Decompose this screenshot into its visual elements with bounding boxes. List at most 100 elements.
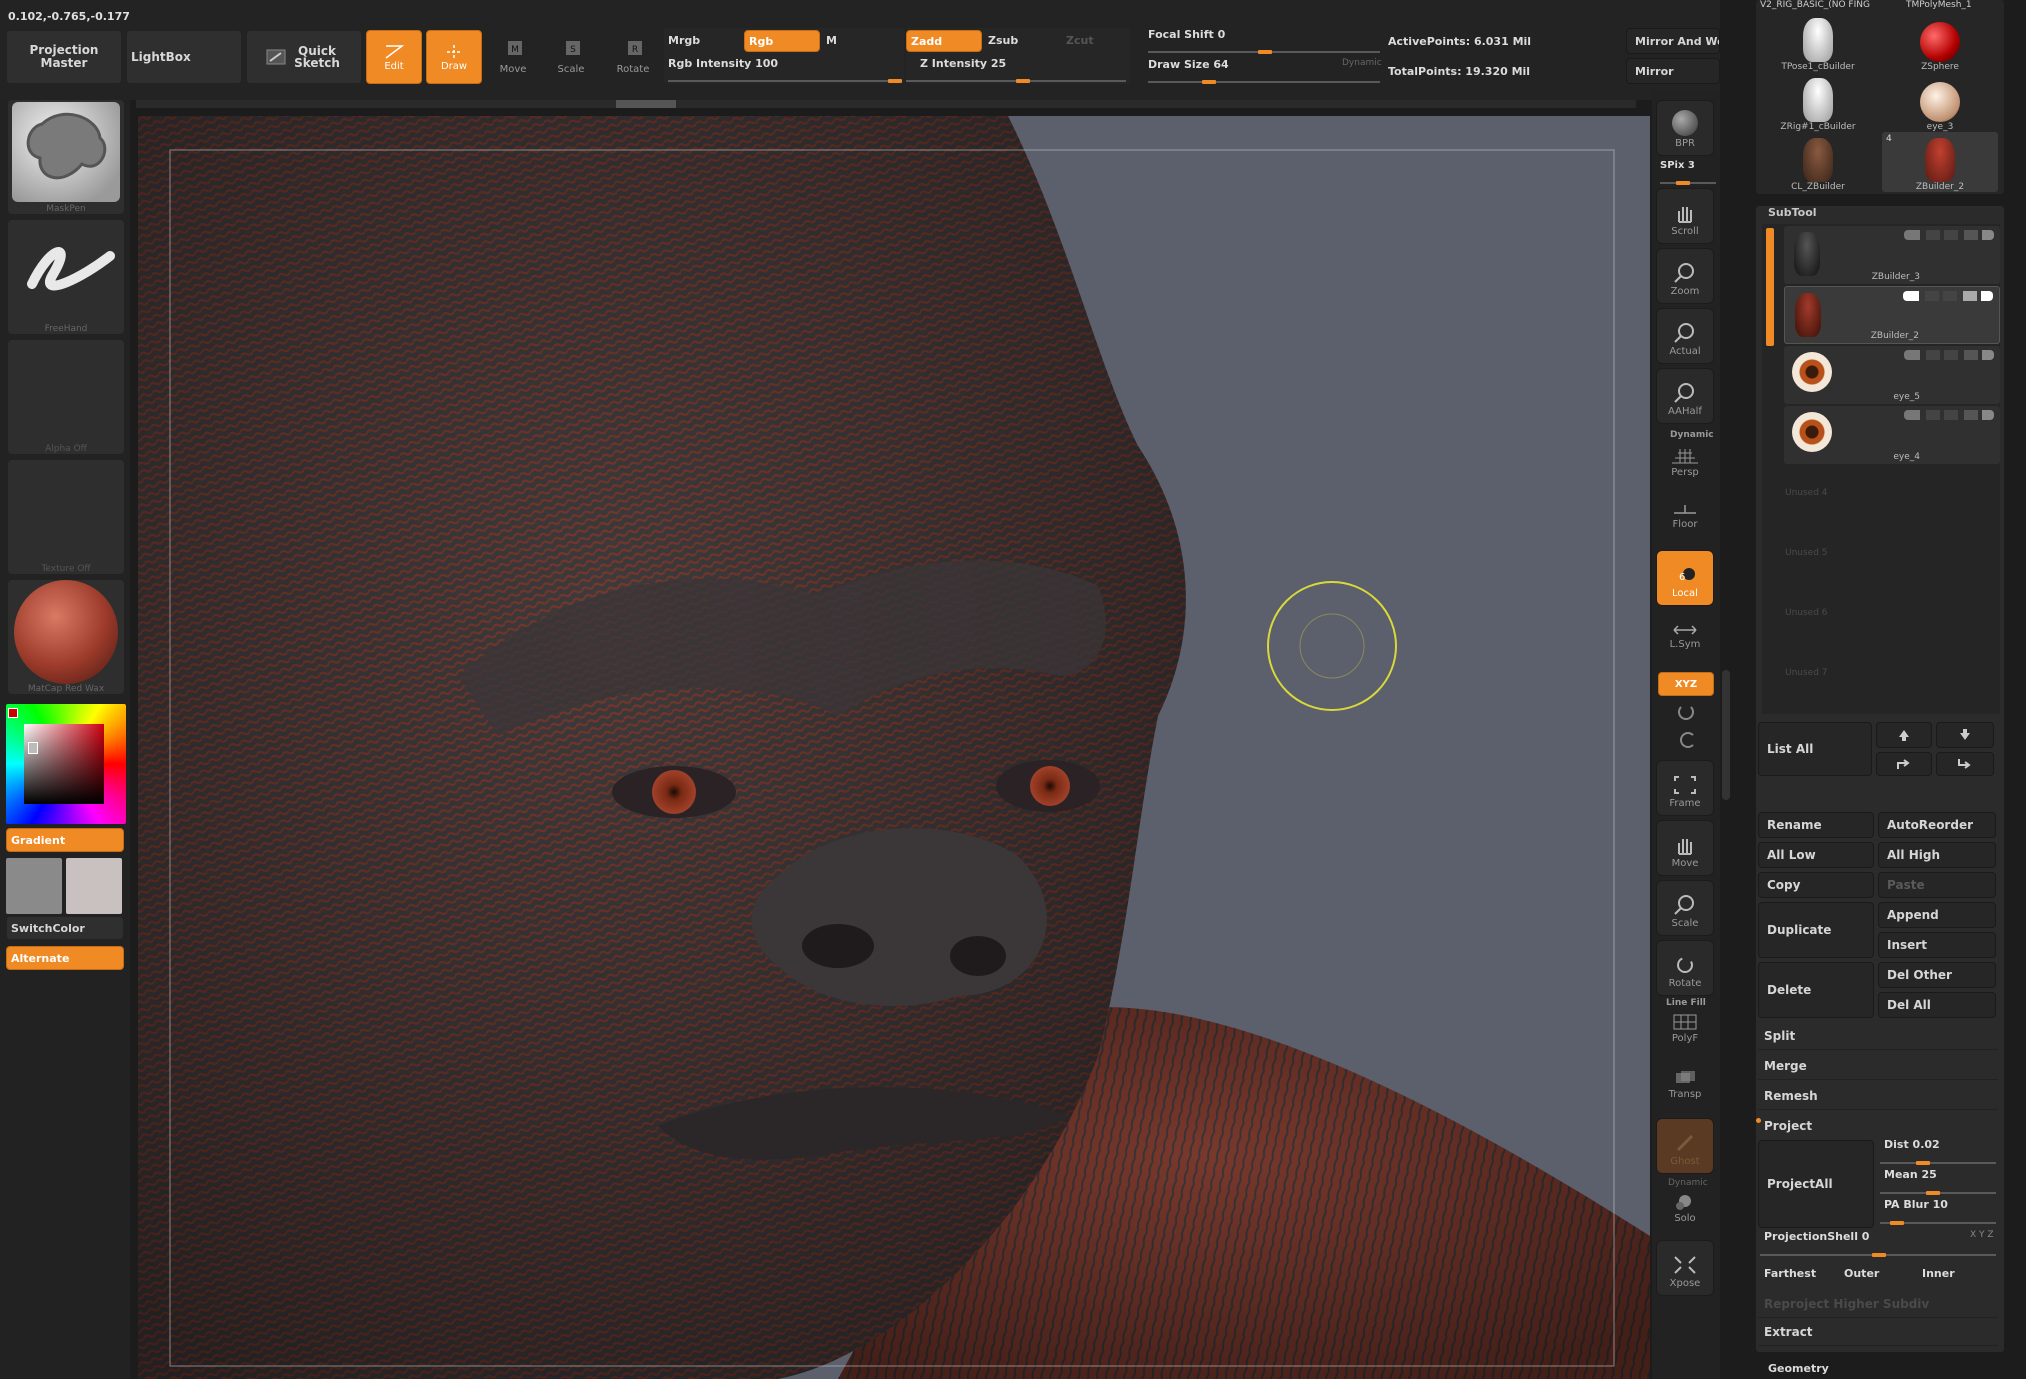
projection-shell-knob[interactable] (1872, 1253, 1886, 1257)
dist-knob[interactable] (1916, 1161, 1930, 1165)
geometry-section[interactable]: Geometry (1768, 1362, 1829, 1375)
frame-button[interactable]: Frame (1656, 760, 1714, 816)
inner-button[interactable]: Inner (1922, 1267, 1955, 1280)
z-intensity-knob[interactable] (1016, 79, 1030, 83)
copy-button[interactable]: Copy (1758, 872, 1874, 898)
rgb-intensity-knob[interactable] (888, 79, 902, 83)
extract-section[interactable]: Extract (1758, 1318, 1998, 1346)
projection-shell-axes[interactable]: X Y Z (1970, 1230, 1994, 1240)
reproject-higher-subdiv-button[interactable]: Reproject Higher Subdiv (1758, 1290, 1998, 1318)
subtool-visibility-toggles[interactable] (1904, 230, 1994, 240)
zsub-button[interactable]: Zsub (988, 34, 1018, 47)
split-section[interactable]: Split (1758, 1022, 1998, 1050)
outer-button[interactable]: Outer (1844, 1267, 1879, 1280)
all-low-button[interactable]: All Low (1758, 842, 1874, 868)
transp-button[interactable]: Transp (1656, 1060, 1714, 1106)
dist-slider[interactable] (1880, 1162, 1996, 1164)
project-all-button[interactable]: ProjectAll (1758, 1140, 1874, 1228)
subtool-visibility-toggles[interactable] (1904, 410, 1994, 420)
all-high-button[interactable]: All High (1878, 842, 1996, 868)
mean-knob[interactable] (1926, 1191, 1940, 1195)
lsym-button[interactable]: L.Sym (1656, 616, 1714, 656)
aahalf-button[interactable]: AAHalf (1656, 368, 1714, 424)
xyz-button[interactable]: XYZ (1658, 672, 1714, 696)
previous-subtool-button[interactable] (1876, 752, 1932, 776)
xpose-button[interactable]: Xpose (1656, 1240, 1714, 1296)
rgb-intensity-slider[interactable] (668, 80, 900, 82)
subtool-visibility-toggles[interactable] (1904, 350, 1994, 360)
color-picker[interactable] (6, 704, 126, 824)
tool-thumb-zrig[interactable]: ZRig#1_cBuilder (1768, 72, 1868, 132)
tool-thumb-zbuilder2[interactable]: 4 ZBuilder_2 (1882, 132, 1998, 192)
rgb-button[interactable]: Rgb (744, 30, 820, 52)
floor-button[interactable]: Floor (1656, 496, 1714, 536)
move-up-button[interactable] (1876, 722, 1932, 748)
tool-thumb-cl-zbuilder[interactable]: CL_ZBuilder (1768, 132, 1868, 192)
rotate-button[interactable]: R Rotate (610, 38, 656, 78)
m-button[interactable]: M (826, 34, 837, 47)
insert-button[interactable]: Insert (1878, 932, 1996, 958)
gradient-button[interactable]: Gradient (6, 828, 124, 852)
farthest-button[interactable]: Farthest (1764, 1267, 1816, 1280)
move-view-button[interactable]: Move (1656, 820, 1714, 876)
dynamic-label[interactable]: Dynamic (1342, 58, 1382, 68)
viewport-canvas[interactable] (138, 116, 1650, 1379)
projection-master-button[interactable]: Projection Master (6, 30, 122, 84)
paste-button[interactable]: Paste (1878, 872, 1996, 898)
tool-thumb-eye3[interactable]: eye_3 (1890, 72, 1990, 132)
append-button[interactable]: Append (1878, 902, 1996, 928)
spix-knob[interactable] (1676, 181, 1690, 185)
next-subtool-button[interactable] (1936, 752, 1994, 776)
quick-sketch-button[interactable]: Quick Sketch (246, 30, 362, 84)
delete-button[interactable]: Delete (1758, 962, 1874, 1018)
draw-size-slider[interactable] (1148, 81, 1380, 83)
zoom-button[interactable]: Zoom (1656, 248, 1714, 304)
project-section[interactable]: Project (1758, 1112, 1998, 1140)
canvas-top-scroll[interactable] (136, 100, 1636, 108)
secondary-color-swatch[interactable] (66, 858, 122, 914)
polyf-button[interactable]: PolyF (1656, 1004, 1714, 1050)
rename-button[interactable]: Rename (1758, 812, 1874, 838)
zcut-button[interactable]: Zcut (1066, 34, 1094, 47)
rotate-z-icon[interactable] (1680, 732, 1696, 748)
focal-shift-knob[interactable] (1258, 50, 1272, 54)
stroke-slot[interactable]: FreeHand (8, 220, 124, 334)
ghost-button[interactable]: Ghost (1656, 1118, 1714, 1174)
alternate-button[interactable]: Alternate (6, 946, 124, 970)
edit-button[interactable]: Edit (366, 30, 422, 84)
draw-size-knob[interactable] (1202, 80, 1216, 84)
mrgb-button[interactable]: Mrgb (668, 34, 700, 47)
mirror-button[interactable]: Mirror (1626, 58, 1720, 84)
subtool-row-selected[interactable]: ZBuilder_2 (1784, 286, 2000, 344)
subtool-title[interactable]: SubTool (1768, 206, 1817, 219)
scroll-button[interactable]: Scroll (1656, 188, 1714, 244)
del-all-button[interactable]: Del All (1878, 992, 1996, 1018)
main-color-swatch[interactable] (6, 858, 62, 914)
merge-section[interactable]: Merge (1758, 1052, 1998, 1080)
remesh-section[interactable]: Remesh (1758, 1082, 1998, 1110)
persp-button[interactable]: Persp (1656, 436, 1714, 484)
bpr-button[interactable]: BPR (1656, 100, 1714, 156)
local-button[interactable]: 6 Local (1656, 550, 1714, 606)
rotate-view-button[interactable]: Rotate (1656, 940, 1714, 996)
subtool-visibility-toggles[interactable] (1903, 291, 1993, 301)
color-picker-cursor[interactable] (28, 742, 38, 754)
brush-slot[interactable]: MaskPen (8, 100, 124, 214)
solo-button[interactable]: Solo (1656, 1184, 1714, 1230)
scale-button[interactable]: S Scale (548, 38, 594, 78)
tool-thumb-tpose[interactable]: TPose1_cBuilder (1768, 12, 1868, 72)
switch-color-button[interactable]: SwitchColor (6, 916, 124, 940)
mirror-and-weld-button[interactable]: Mirror And We (1626, 28, 1720, 54)
lightbox-button[interactable]: LightBox (126, 30, 242, 84)
move-button[interactable]: M Move (490, 38, 536, 78)
alpha-slot[interactable]: Alpha Off (8, 340, 124, 454)
tray-scrollbar[interactable] (1722, 670, 1730, 800)
zadd-button[interactable]: Zadd (906, 30, 982, 52)
pa-blur-knob[interactable] (1890, 1221, 1904, 1225)
scale-view-button[interactable]: Scale (1656, 880, 1714, 936)
auto-reorder-button[interactable]: AutoReorder (1878, 812, 1996, 838)
material-slot[interactable]: MatCap Red Wax (8, 580, 124, 694)
subtool-row[interactable]: ZBuilder_3 (1784, 226, 2000, 284)
tool-thumb-zsphere[interactable]: ZSphere (1890, 12, 1990, 72)
rotate-y-icon[interactable] (1678, 704, 1694, 720)
